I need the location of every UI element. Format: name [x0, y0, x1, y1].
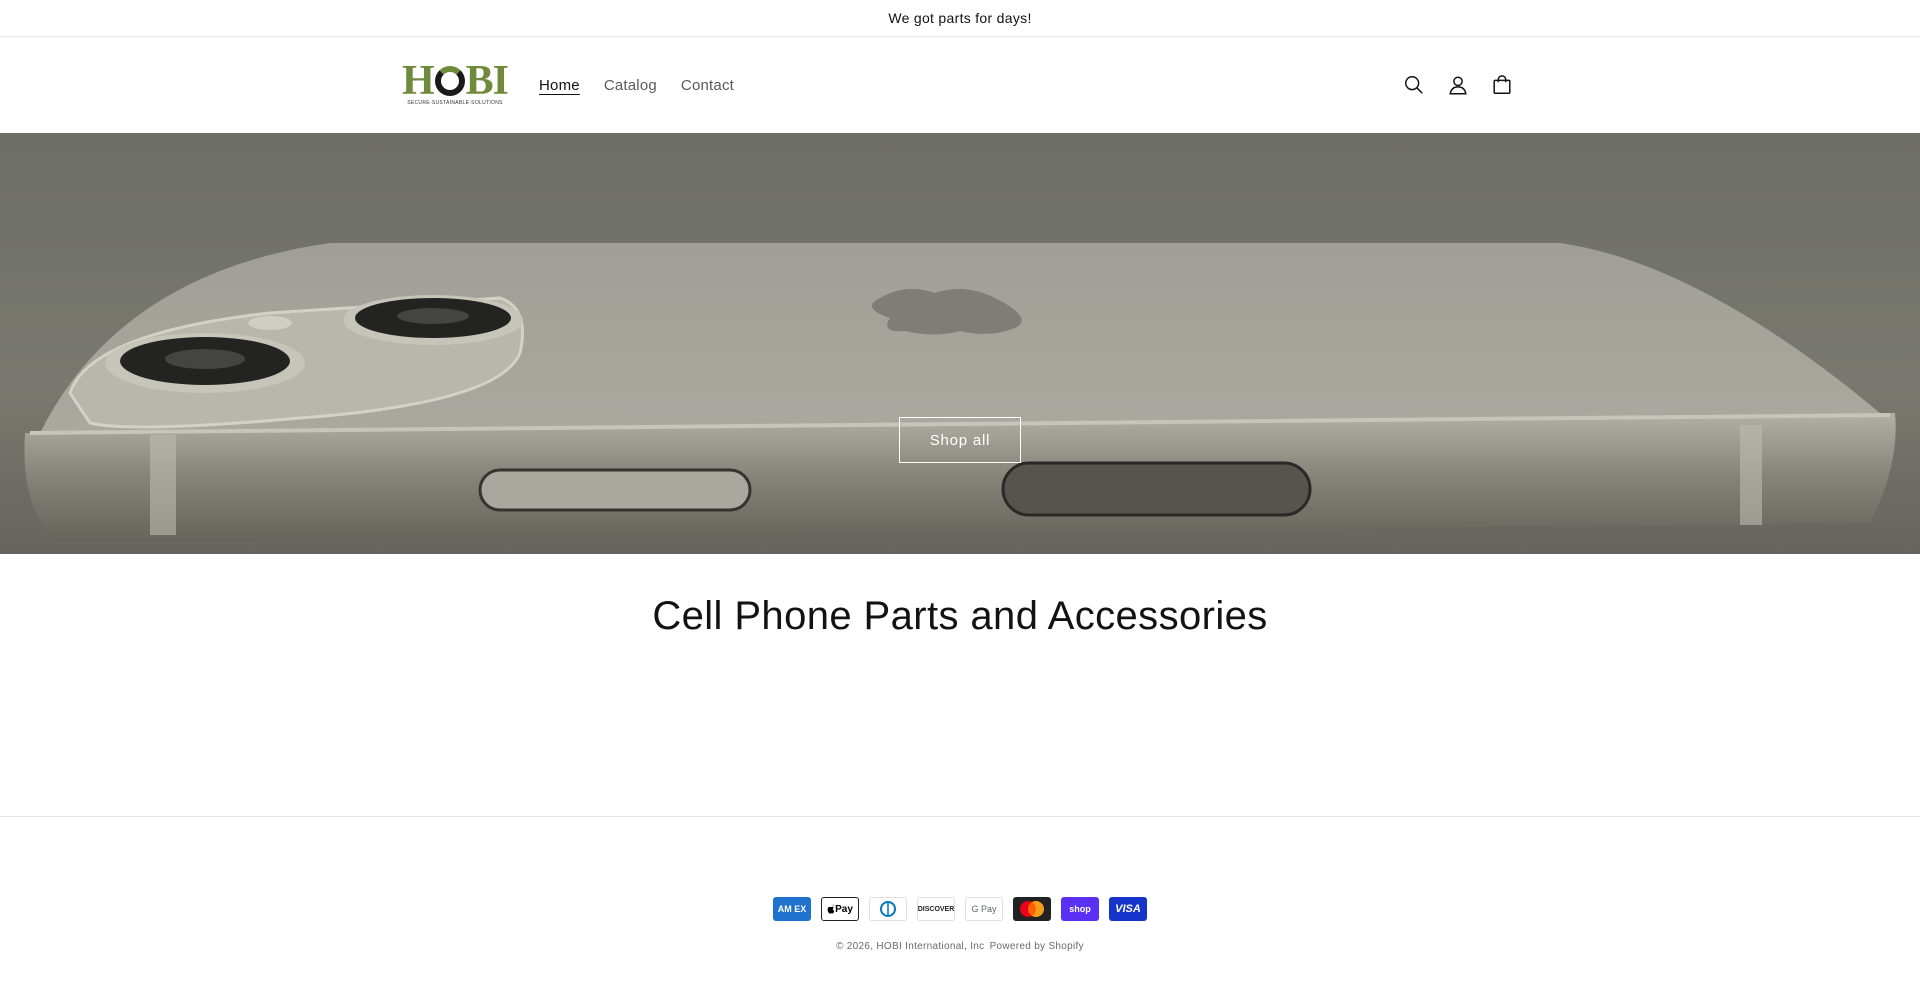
shop-all-button[interactable]: Shop all [899, 417, 1021, 463]
account-icon [1449, 76, 1467, 95]
apple-pay-label: Pay [835, 903, 853, 915]
header-icons [1394, 37, 1522, 133]
diners-logo-icon [880, 901, 896, 917]
mastercard-logo-icon [1020, 901, 1044, 917]
search-icon [1405, 76, 1423, 94]
apple-logo-icon [827, 904, 835, 914]
logo-letters-bi: BI [465, 57, 509, 104]
apple-pay-icon: Pay [821, 897, 859, 921]
visa-icon: VISA [1109, 897, 1147, 921]
search-button[interactable] [1394, 63, 1434, 107]
payment-icons: AM EX Pay DISCOVER G Pay shop VISA [0, 897, 1920, 921]
nav-catalog-link[interactable]: Catalog [592, 77, 669, 94]
footer-divider [0, 816, 1920, 817]
site-header: H BI SECURE·SUSTAINABLE·SOLUTIONS Home C… [0, 37, 1920, 133]
hero-overlay [0, 133, 1920, 554]
google-pay-icon: G Pay [965, 897, 1003, 921]
announcement-bar: We got parts for days! [0, 0, 1920, 37]
amex-icon: AM EX [773, 897, 811, 921]
nav-contact-link[interactable]: Contact [669, 77, 746, 94]
powered-by-link[interactable]: Powered by Shopify [990, 941, 1084, 952]
copyright-text[interactable]: © 2026, HOBI International, Inc [836, 941, 984, 952]
nav-home-link[interactable]: Home [527, 77, 592, 94]
logo-letter-h: H [401, 57, 435, 104]
account-button[interactable] [1438, 63, 1478, 107]
logo-wordmark: H BI [401, 57, 509, 104]
cart-icon [1493, 75, 1511, 94]
announcement-text: We got parts for days! [888, 10, 1032, 26]
hero-banner: Shop all [0, 133, 1920, 554]
diners-club-icon [869, 897, 907, 921]
main-nav: Home Catalog Contact [527, 37, 746, 133]
mastercard-icon [1013, 897, 1051, 921]
copyright: © 2026, HOBI International, Inc Powered … [0, 941, 1920, 952]
collection-title: Cell Phone Parts and Accessories [652, 594, 1268, 638]
discover-icon: DISCOVER [917, 897, 955, 921]
cart-button[interactable] [1482, 63, 1522, 107]
hobi-logo[interactable]: H BI SECURE·SUSTAINABLE·SOLUTIONS [402, 60, 509, 106]
logo-o-mark [434, 65, 465, 96]
shop-pay-icon: shop [1061, 897, 1099, 921]
